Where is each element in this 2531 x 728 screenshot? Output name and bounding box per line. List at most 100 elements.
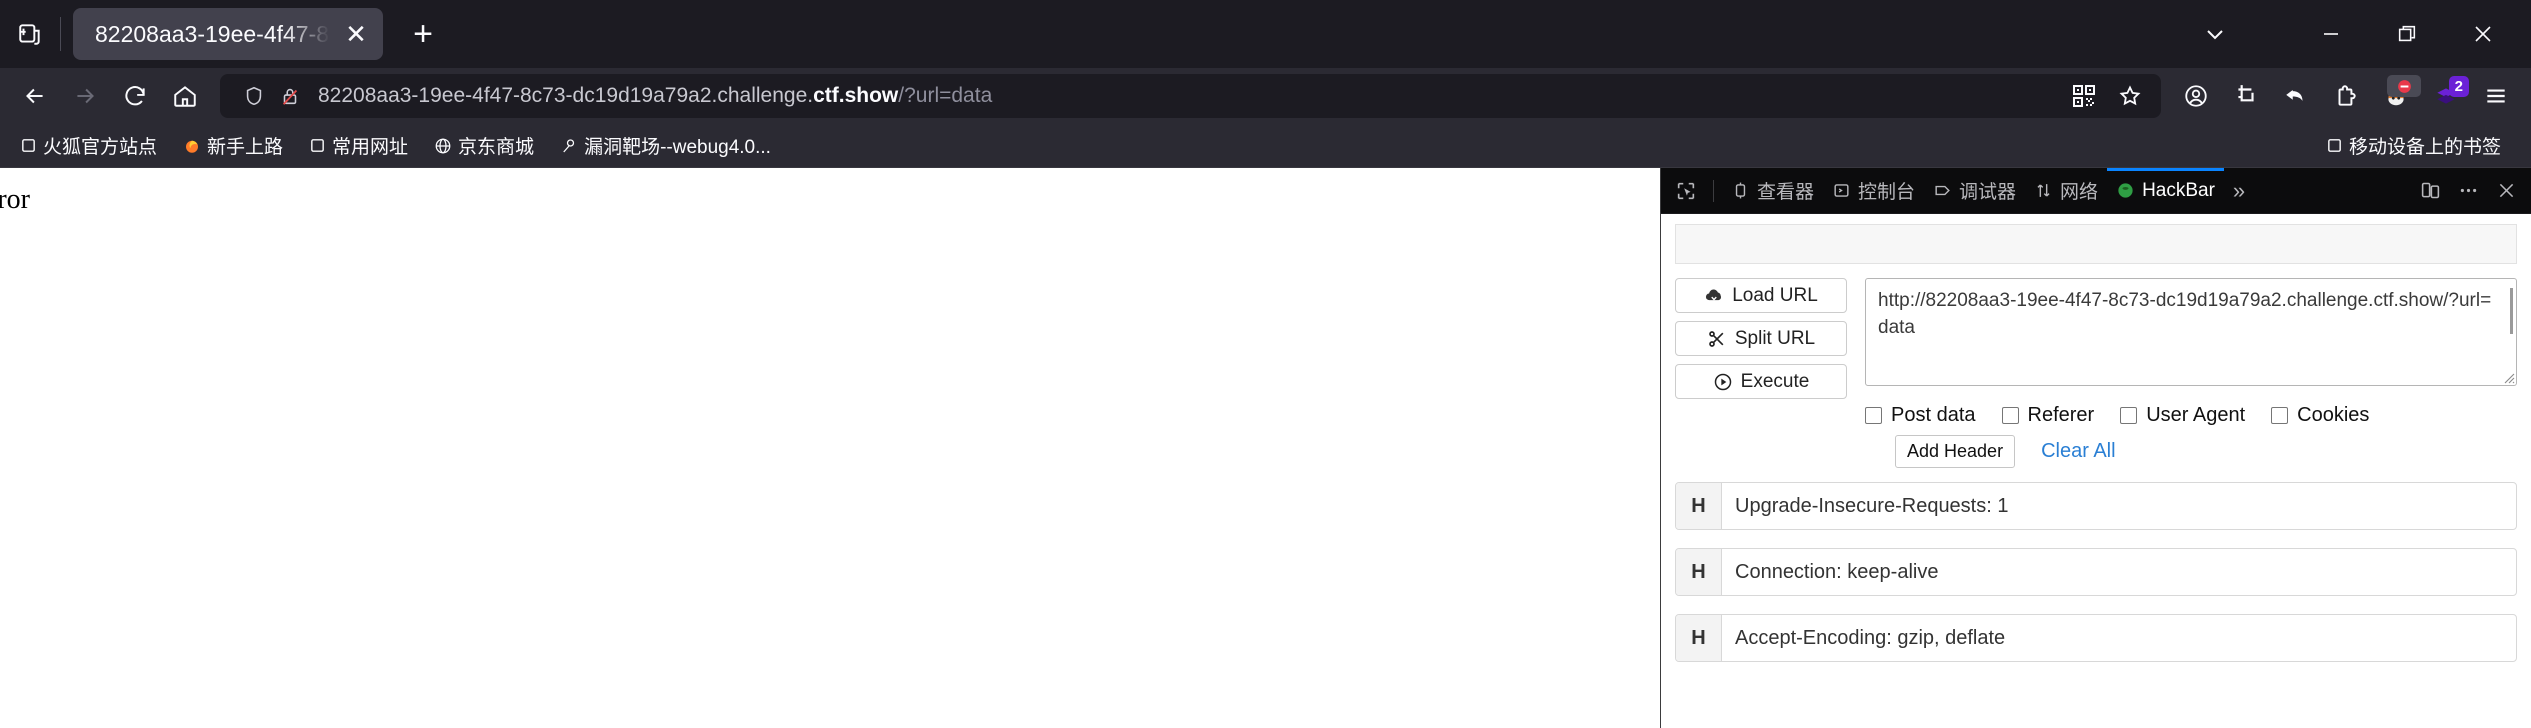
back-button[interactable] [10, 74, 60, 118]
insecure-lock-icon[interactable] [272, 85, 308, 107]
bookmarks-mobile-group: 移动设备上的书签 [2318, 129, 2519, 162]
forward-button[interactable] [60, 74, 110, 118]
minimize-button[interactable] [2293, 6, 2369, 62]
folder-icon [20, 137, 37, 154]
url-suffix: /?url=data [898, 84, 993, 107]
reload-button[interactable] [110, 74, 160, 118]
extensions-puzzle-icon[interactable] [2321, 74, 2371, 118]
header-row[interactable]: H Accept-Encoding: gzip, deflate [1675, 614, 2517, 662]
devtools-toolbar-divider [1713, 179, 1714, 202]
qr-code-icon[interactable] [2061, 74, 2107, 118]
button-label: Load URL [1732, 284, 1818, 306]
checkbox-box[interactable] [2001, 407, 2019, 424]
tab-strip: 82208aa3-19ee-4f47-8c73-dc19d19a79a2 ✕ + [0, 0, 2531, 68]
element-picker-icon[interactable] [1667, 172, 1705, 210]
url-prefix: 82208aa3-19ee-4f47-8c73-dc19d19a79a2.cha… [318, 84, 814, 107]
content-area: rror 查看器 [0, 167, 2531, 728]
responsive-design-mode-icon[interactable] [2411, 172, 2449, 210]
textarea-scrollbar[interactable] [2510, 288, 2513, 334]
hackbar-headers-list: H Upgrade-Insecure-Requests: 1 H Connect… [1661, 468, 2531, 662]
checkbox-label: Referer [2027, 404, 2095, 426]
execute-button[interactable]: Execute [1675, 364, 1847, 399]
header-value[interactable]: Accept-Encoding: gzip, deflate [1722, 615, 2516, 661]
close-window-button[interactable] [2445, 6, 2521, 62]
header-value[interactable]: Upgrade-Insecure-Requests: 1 [1722, 483, 2516, 529]
checkbox-post-data[interactable]: Post data [1865, 404, 1976, 427]
toolbar-actions: 2 [2171, 74, 2521, 118]
bookmark-label: 京东商城 [458, 137, 535, 158]
bookmark-label: 常用网址 [332, 137, 409, 158]
hackbar-main: Load URL Split URL Execute http://82208a… [1661, 264, 2531, 468]
header-row[interactable]: H Connection: keep-alive [1675, 548, 2517, 596]
url-textarea[interactable]: http://82208aa3-19ee-4f47-8c73-dc19d19a7… [1865, 278, 2517, 386]
bookmark-item-jd[interactable]: 京东商城 [426, 129, 542, 162]
tab-inspector[interactable]: 查看器 [1722, 168, 1823, 214]
close-devtools-icon[interactable] [2487, 172, 2525, 210]
url-text[interactable]: 82208aa3-19ee-4f47-8c73-dc19d19a79a2.cha… [308, 84, 2061, 108]
hackbar-action-row: Add Header Clear All [1865, 435, 2517, 468]
firefox-view-button[interactable] [4, 8, 56, 60]
more-options-icon[interactable] [2449, 172, 2487, 210]
network-icon [2034, 181, 2053, 200]
tab-debugger[interactable]: 调试器 [1924, 168, 2025, 214]
web-page-viewport[interactable]: rror [0, 168, 1660, 728]
checkbox-box[interactable] [1865, 407, 1882, 424]
tab-close-icon[interactable]: ✕ [337, 15, 375, 53]
devtools-toolbar: 查看器 控制台 调试器 网络 HackBar » [1661, 167, 2531, 214]
hackbar-icon [2116, 181, 2135, 200]
bookmarks-toolbar: 火狐官方站点 新手上路 常用网址 京东商城 漏洞靶场--webug4.0... [0, 124, 2531, 168]
bookmark-item-mobile[interactable]: 移动设备上的书签 [2318, 129, 2509, 162]
account-icon[interactable] [2171, 74, 2221, 118]
tab-network[interactable]: 网络 [2025, 168, 2107, 214]
address-bar[interactable]: 82208aa3-19ee-4f47-8c73-dc19d19a79a2.cha… [220, 74, 2161, 118]
hackbar-right-column: http://82208aa3-19ee-4f47-8c73-dc19d19a7… [1865, 278, 2517, 468]
browser-tab[interactable]: 82208aa3-19ee-4f47-8c73-dc19d19a79a2 ✕ [73, 8, 383, 60]
tab-label: 控制台 [1858, 182, 1916, 203]
split-url-button[interactable]: Split URL [1675, 321, 1847, 356]
undo-icon[interactable] [2271, 74, 2321, 118]
bookmark-item-newbie[interactable]: 新手上路 [175, 129, 291, 162]
devtools-tabs-overflow[interactable]: » [2224, 168, 2254, 214]
bookmark-star-icon[interactable] [2107, 74, 2153, 118]
textarea-resize-handle[interactable] [2499, 368, 2515, 384]
address-bar-actions [2061, 74, 2153, 118]
bookmark-item-common-sites[interactable]: 常用网址 [301, 129, 416, 162]
load-url-button[interactable]: Load URL [1675, 278, 1847, 313]
checkbox-cookies[interactable]: Cookies [2271, 404, 2369, 427]
window-controls [2177, 0, 2531, 68]
ublock-extension-icon[interactable] [2371, 74, 2421, 118]
firefox-icon [183, 137, 201, 155]
home-button[interactable] [160, 74, 210, 118]
screenshot-icon[interactable] [2221, 74, 2271, 118]
folder-icon [309, 137, 326, 154]
header-value[interactable]: Connection: keep-alive [1722, 549, 2516, 595]
checkbox-box[interactable] [2271, 407, 2289, 424]
checkbox-user-agent[interactable]: User Agent [2120, 404, 2245, 427]
extension-stack-icon[interactable]: 2 [2421, 74, 2471, 118]
restore-button[interactable] [2369, 6, 2445, 62]
shield-icon[interactable] [236, 85, 272, 107]
list-all-tabs-icon[interactable] [2177, 6, 2253, 62]
ublock-block-badge [2387, 75, 2421, 97]
bookmark-item-firefox-official[interactable]: 火狐官方站点 [12, 129, 165, 162]
tab-hackbar[interactable]: HackBar [2107, 167, 2224, 214]
tab-label: 查看器 [1757, 182, 1815, 203]
checkbox-referer[interactable]: Referer [2001, 404, 2095, 427]
bookmark-item-webug[interactable]: 漏洞靶场--webug4.0... [552, 129, 779, 162]
globe-icon [434, 137, 452, 155]
tab-label: 调试器 [1959, 182, 2017, 203]
header-prefix: H [1676, 615, 1722, 661]
checkbox-label: Post data [1891, 404, 1976, 426]
tabstrip-divider [60, 17, 61, 51]
clear-all-link[interactable]: Clear All [2041, 440, 2115, 463]
checkbox-box[interactable] [2120, 407, 2138, 424]
browser-window: 82208aa3-19ee-4f47-8c73-dc19d19a79a2 ✕ + [0, 0, 2531, 728]
debugger-icon [1933, 181, 1952, 200]
header-row[interactable]: H Upgrade-Insecure-Requests: 1 [1675, 482, 2517, 530]
new-tab-button[interactable]: + [397, 8, 449, 60]
hamburger-menu-icon[interactable] [2471, 74, 2521, 118]
bookmark-label: 移动设备上的书签 [2348, 137, 2501, 158]
tab-console[interactable]: 控制台 [1823, 168, 1924, 214]
hackbar-checkbox-row: Post data Referer User Agent Cookies [1865, 404, 2517, 427]
add-header-button[interactable]: Add Header [1895, 435, 2016, 468]
